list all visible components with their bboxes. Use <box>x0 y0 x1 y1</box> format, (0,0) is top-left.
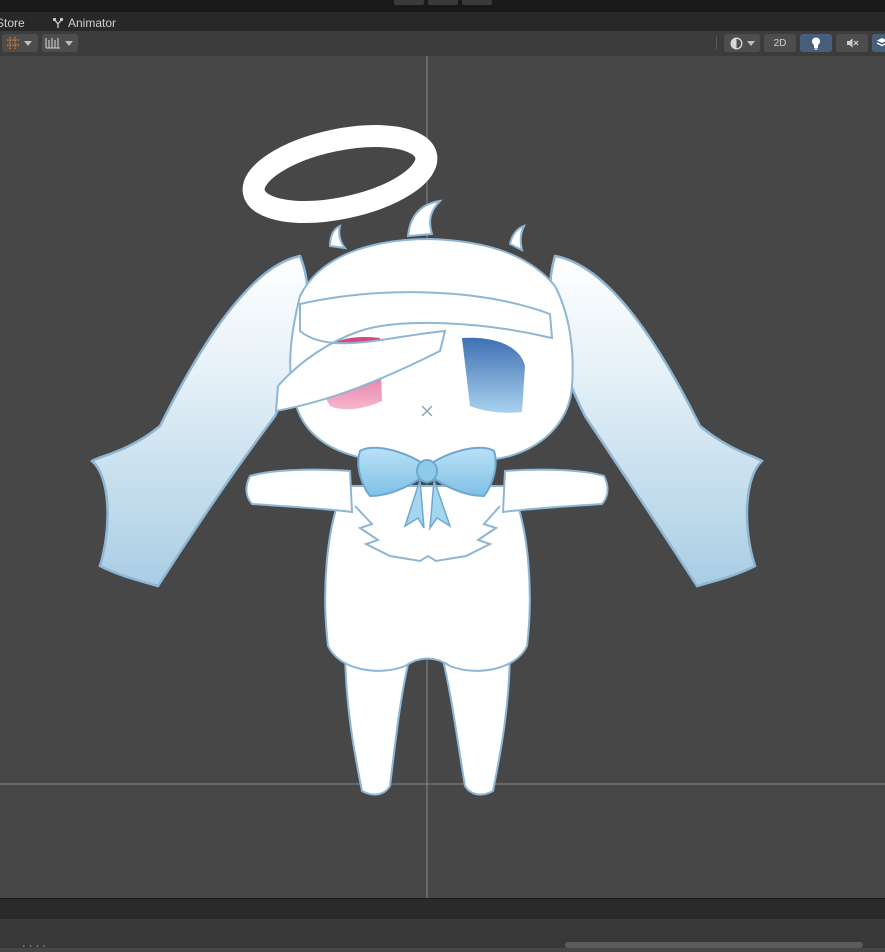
scene-toolbar: 2D <box>0 31 885 57</box>
bottom-subpanel <box>0 919 885 948</box>
tab-store[interactable]: Store <box>0 14 25 31</box>
halo <box>242 125 438 223</box>
grid-toggle-button[interactable] <box>2 34 38 52</box>
scene-canvas[interactable] <box>0 56 885 898</box>
shading-mode-button[interactable] <box>724 34 760 52</box>
scene-viewport[interactable] <box>0 56 885 898</box>
toolbar-divider <box>716 36 717 50</box>
right-ear <box>548 254 765 588</box>
animator-icon <box>52 17 64 28</box>
lightbulb-icon <box>812 37 820 50</box>
horizontal-scrollbar[interactable] <box>565 942 863 948</box>
tab-label: Animator <box>68 15 117 30</box>
mode-2d-label: 2D <box>773 37 787 49</box>
chevron-down-icon <box>65 40 73 46</box>
chevron-down-icon <box>746 40 755 46</box>
top-strip-button[interactable] <box>394 0 424 5</box>
effects-toggle-button[interactable] <box>872 34 885 52</box>
snap-settings-button[interactable] <box>42 34 78 52</box>
top-strip-button[interactable] <box>462 0 492 5</box>
audio-mute-icon <box>846 38 858 48</box>
hair-tuft <box>508 224 526 252</box>
right-arm <box>501 468 609 514</box>
tab-bar: Store Animator <box>0 12 885 32</box>
left-arm <box>245 468 354 514</box>
grid-icon <box>7 37 19 49</box>
mode-2d-button[interactable]: 2D <box>764 34 796 52</box>
left-ear <box>89 254 310 588</box>
bottom-panel: · · · · <box>0 898 885 952</box>
effects-layers-icon <box>876 38 885 47</box>
tab-animator[interactable]: Animator <box>52 14 116 31</box>
tab-label: Store <box>0 15 25 30</box>
hair-tuft <box>406 199 443 238</box>
bottom-partial-text: · · · · <box>22 940 46 952</box>
top-strip-button[interactable] <box>428 0 458 5</box>
hair-tuft <box>328 224 348 250</box>
lighting-toggle-button[interactable] <box>800 34 832 52</box>
audio-toggle-button[interactable] <box>836 34 868 52</box>
chevron-down-icon <box>24 40 32 46</box>
snap-ruler-icon <box>45 38 60 49</box>
shading-mode-icon <box>730 37 742 49</box>
top-strip <box>0 0 885 12</box>
bow-knot <box>416 459 438 483</box>
